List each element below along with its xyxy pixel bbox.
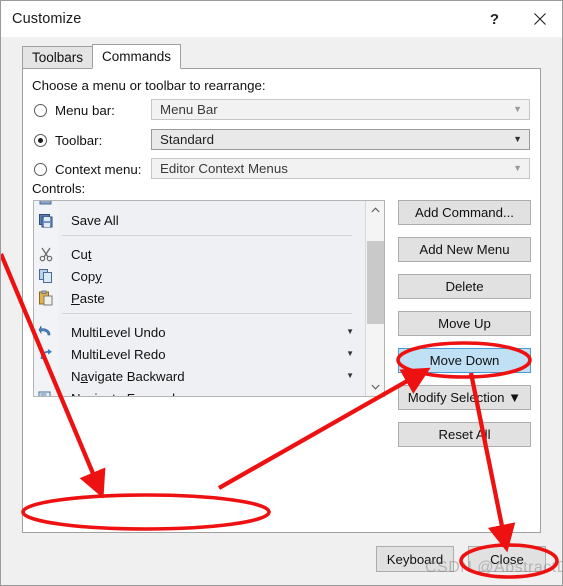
customize-dialog: Customize ? Toolbars Commands Choose a m… (0, 0, 563, 586)
chevron-down-icon: ▼ (513, 163, 522, 173)
list-item-label: Paste (71, 290, 105, 306)
cut-icon (34, 243, 58, 265)
list-item[interactable]: Navigate Forward (34, 387, 366, 397)
combo-context-menu[interactable]: Editor Context Menus ▼ (151, 158, 530, 179)
radio-context-menu-indicator[interactable] (34, 162, 47, 176)
undo-icon (34, 321, 58, 343)
list-item[interactable]: Save All (34, 209, 366, 231)
dropdown-caret-icon[interactable]: ▼ (346, 372, 354, 380)
copy-icon (34, 265, 58, 287)
scrollbar-thumb[interactable] (367, 241, 384, 324)
list-item[interactable]: MultiLevel Redo ▼ (34, 343, 366, 365)
list-item-label: Save All (71, 212, 119, 228)
list-item-label: Cut (71, 246, 92, 262)
scroll-up-icon[interactable] (366, 201, 384, 219)
list-separator (62, 235, 352, 236)
radio-context-menu[interactable]: Context menu: (34, 158, 141, 180)
list-item[interactable]: Paste (34, 287, 366, 309)
scrollbar-track[interactable] (366, 219, 384, 378)
reset-all-button[interactable]: Reset All (398, 422, 531, 447)
combo-toolbar-value: Standard (160, 132, 214, 147)
title-bar-buttons: ? (472, 1, 562, 37)
partial-label (71, 201, 75, 208)
list-item-label: MultiLevel Undo (71, 324, 166, 340)
controls-label: Controls: (32, 181, 86, 196)
radio-toolbar-indicator[interactable] (34, 133, 47, 147)
controls-listbox[interactable]: Save All Cut Copy Paste MultiLevel Undo … (33, 200, 385, 397)
radio-toolbar[interactable]: Toolbar: (34, 129, 102, 151)
list-vertical-scrollbar[interactable] (365, 201, 384, 396)
window-title: Customize (12, 11, 82, 27)
tab-toolbars[interactable]: Toolbars (22, 46, 94, 69)
dropdown-caret-icon[interactable]: ▼ (346, 350, 354, 358)
navigate-forward-icon (34, 387, 58, 396)
controls-list-inner: Save All Cut Copy Paste MultiLevel Undo … (34, 201, 366, 396)
radio-context-menu-label: Context menu: (55, 161, 142, 177)
combo-context-menu-value: Editor Context Menus (160, 161, 288, 176)
close-icon[interactable] (517, 1, 562, 37)
modify-selection-button[interactable]: Modify Selection ▼ (398, 385, 531, 410)
list-item[interactable]: MultiLevel Undo ▼ (34, 321, 366, 343)
radio-menu-bar-indicator[interactable] (34, 103, 47, 117)
list-item[interactable]: Navigate Backward ▼ (34, 365, 366, 387)
redo-icon (34, 343, 58, 365)
tab-commands[interactable]: Commands (92, 44, 182, 69)
add-new-menu-button[interactable]: Add New Menu (398, 237, 531, 262)
move-down-button[interactable]: Move Down (398, 348, 531, 373)
move-up-button[interactable]: Move Up (398, 311, 531, 336)
radio-toolbar-label: Toolbar: (55, 132, 103, 148)
choose-label: Choose a menu or toolbar to rearrange: (32, 78, 266, 93)
list-separator (62, 313, 352, 314)
no-icon (34, 365, 58, 387)
scroll-down-icon[interactable] (366, 378, 384, 396)
list-item-partial (34, 201, 366, 209)
chevron-down-icon: ▼ (513, 134, 522, 144)
paste-icon (34, 287, 58, 309)
list-item[interactable]: Cut (34, 243, 366, 265)
watermark: CSDN @AbstractD (425, 559, 563, 576)
list-item-label: Navigate Backward (71, 368, 185, 384)
tab-strip: Toolbars Commands (22, 44, 541, 69)
combo-menu-bar-value: Menu Bar (160, 102, 218, 117)
partial-icon (34, 201, 58, 209)
list-item-label: MultiLevel Redo (71, 346, 166, 362)
delete-button[interactable]: Delete (398, 274, 531, 299)
radio-menu-bar[interactable]: Menu bar: (34, 99, 115, 121)
save-all-icon (34, 209, 58, 231)
radio-menu-bar-label: Menu bar: (55, 102, 115, 118)
dropdown-caret-icon[interactable]: ▼ (346, 328, 354, 336)
chevron-down-icon: ▼ (513, 104, 522, 114)
add-command-button[interactable]: Add Command... (398, 200, 531, 225)
list-item-label: Copy (71, 268, 102, 284)
title-bar: Customize ? (1, 1, 562, 37)
commands-tab-panel: Choose a menu or toolbar to rearrange: M… (22, 68, 541, 533)
help-icon[interactable]: ? (472, 1, 517, 37)
list-item-label: Navigate Forward (71, 391, 175, 397)
list-item[interactable]: Copy (34, 265, 366, 287)
combo-toolbar[interactable]: Standard ▼ (151, 129, 530, 150)
combo-menu-bar[interactable]: Menu Bar ▼ (151, 99, 530, 120)
